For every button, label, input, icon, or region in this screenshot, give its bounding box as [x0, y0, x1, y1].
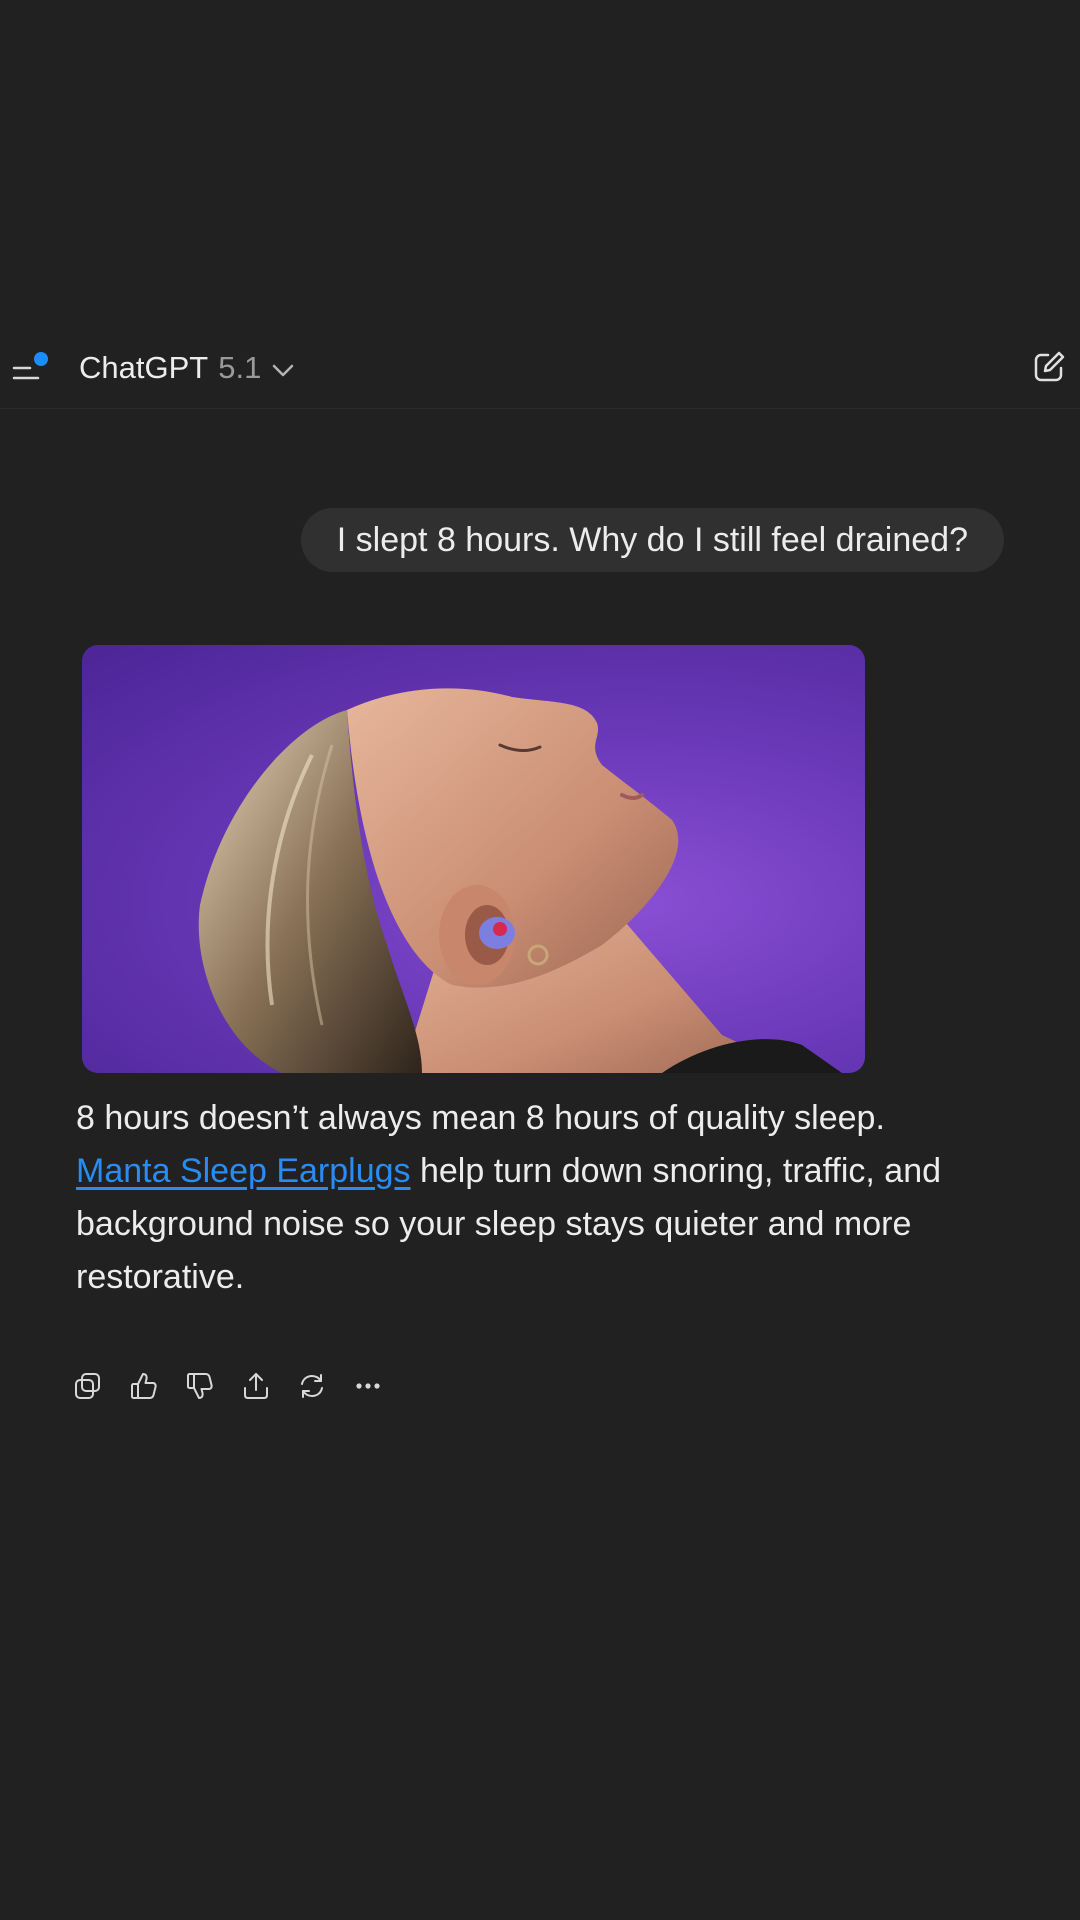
copy-button[interactable] — [70, 1366, 106, 1406]
notification-dot — [34, 352, 48, 366]
share-button[interactable] — [238, 1366, 274, 1406]
user-message-bubble: I slept 8 hours. Why do I still feel dra… — [300, 508, 1004, 572]
assistant-message: 8 hours doesn’t always mean 8 hours of q… — [76, 1092, 976, 1304]
more-icon — [356, 1383, 380, 1389]
chevron-down-icon — [273, 364, 294, 377]
share-icon — [244, 1373, 268, 1399]
model-selector[interactable]: ChatGPT 5.1 — [79, 350, 295, 386]
model-version: 5.1 — [218, 350, 262, 385]
thumbs-down-button[interactable] — [182, 1366, 218, 1406]
new-chat-button[interactable] — [1032, 350, 1066, 384]
thumbs-down-icon — [187, 1373, 213, 1399]
more-options-button[interactable] — [350, 1366, 386, 1406]
product-link[interactable]: Manta Sleep Earplugs — [76, 1152, 411, 1190]
answer-text-start: 8 hours doesn’t always mean 8 hours of q… — [76, 1099, 885, 1137]
woman-wearing-earplug-illustration — [198, 688, 842, 1073]
copy-icon — [75, 1373, 100, 1399]
thumbs-up-icon — [131, 1373, 157, 1399]
user-message-text: I slept 8 hours. Why do I still feel dra… — [336, 520, 968, 559]
regenerate-icon — [301, 1374, 323, 1398]
message-action-bar — [70, 1366, 386, 1406]
new-chat-icon — [1034, 351, 1065, 382]
regenerate-button[interactable] — [294, 1366, 330, 1406]
top-bar: ChatGPT 5.1 — [0, 330, 1080, 409]
sponsored-product-image[interactable] — [82, 645, 865, 1073]
thumbs-up-button[interactable] — [126, 1366, 162, 1406]
app-name: ChatGPT — [79, 350, 209, 385]
sidebar-menu-button[interactable] — [12, 352, 52, 386]
